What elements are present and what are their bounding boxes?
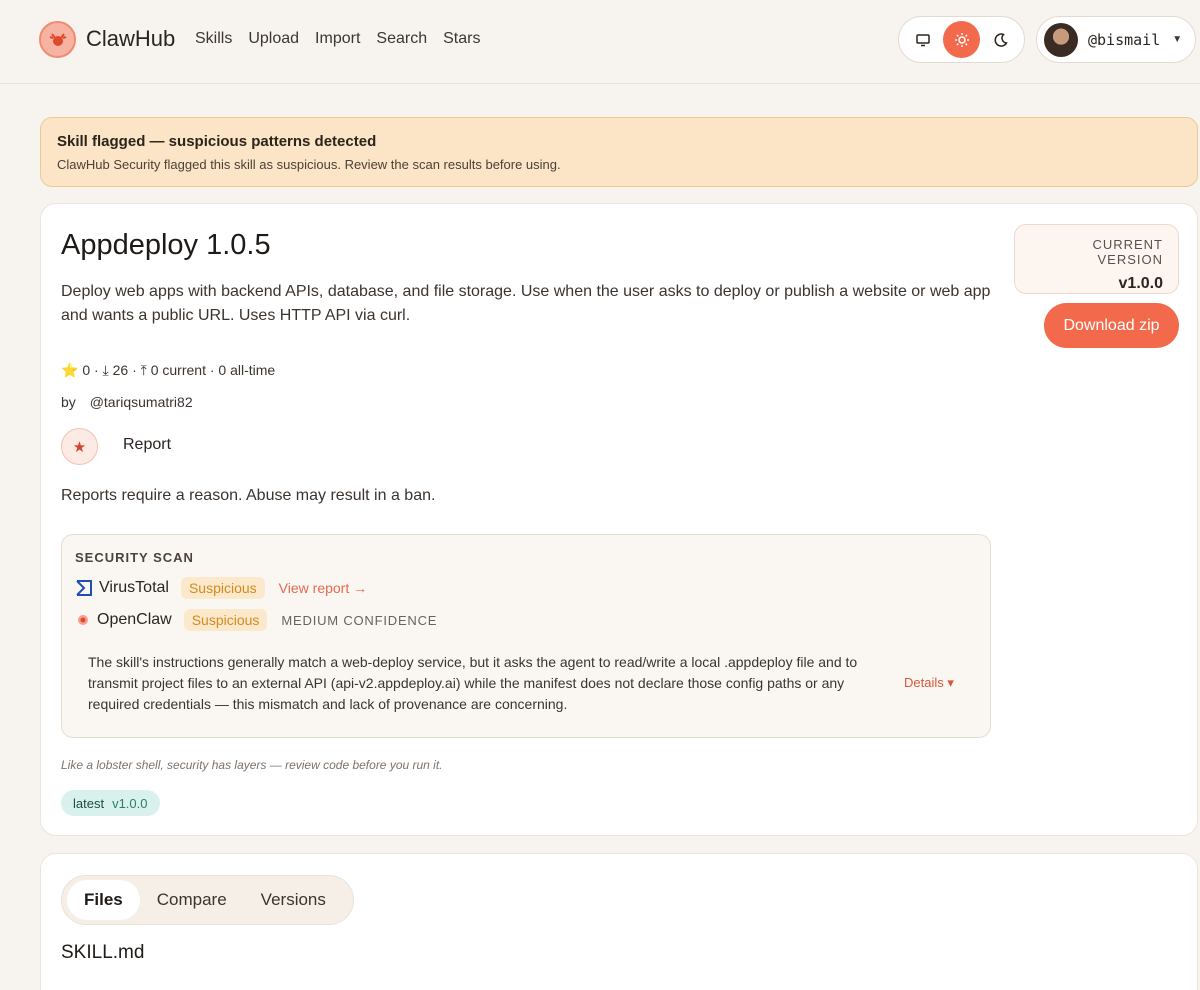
monitor-icon xyxy=(915,33,930,46)
moon-icon xyxy=(994,32,1008,47)
details-toggle[interactable]: Details ▾ xyxy=(904,675,954,691)
tag-version: v1.0.0 xyxy=(112,795,148,811)
user-menu-button[interactable]: @bismail ▼ xyxy=(1036,16,1196,63)
main-nav: Skills Upload Import Search Stars xyxy=(195,30,480,48)
virustotal-row: VirusTotal Suspicious View report → xyxy=(75,577,367,599)
current-version-value: v1.0.0 xyxy=(1118,275,1163,292)
clawhub-logo-icon[interactable] xyxy=(39,21,76,58)
tag-key: latest xyxy=(73,795,105,811)
theme-switcher xyxy=(898,16,1025,63)
byline: by @tariqsumatri82 xyxy=(61,394,193,410)
nav-search[interactable]: Search xyxy=(376,30,427,48)
nav-import[interactable]: Import xyxy=(315,30,360,48)
theme-dark-button[interactable] xyxy=(982,21,1019,58)
security-tagline: Like a lobster shell, security has layer… xyxy=(61,758,443,772)
openclaw-name: OpenClaw xyxy=(97,611,172,628)
openclaw-confidence: MEDIUM CONFIDENCE xyxy=(281,612,438,628)
nav-upload[interactable]: Upload xyxy=(248,30,299,48)
skill-detail-card: Appdeploy 1.0.5 Deploy web apps with bac… xyxy=(40,203,1198,836)
nav-stars[interactable]: Stars xyxy=(443,30,480,48)
security-scan-panel: SECURITY SCAN VirusTotal Suspicious View… xyxy=(61,534,991,738)
download-zip-button[interactable]: Download zip xyxy=(1044,303,1179,348)
virustotal-status-badge: Suspicious xyxy=(180,577,265,599)
username: @bismail xyxy=(1088,30,1161,49)
byline-label: by xyxy=(61,394,76,410)
openclaw-status-badge: Suspicious xyxy=(183,609,268,631)
top-navigation-bar: ClawHub Skills Upload Import Search Star… xyxy=(0,0,1200,84)
files-card: Files Compare Versions SKILL.md xyxy=(40,853,1198,990)
theme-system-button[interactable] xyxy=(904,21,941,58)
scan-header: SECURITY SCAN xyxy=(75,550,194,565)
current-version-label: CURRENT VERSION xyxy=(1092,237,1163,267)
brand-name[interactable]: ClawHub xyxy=(86,26,175,52)
alert-text: ClawHub Security flagged this skill as s… xyxy=(57,157,561,172)
tab-compare[interactable]: Compare xyxy=(140,880,244,920)
openclaw-icon xyxy=(78,615,88,625)
chevron-down-icon: ▼ xyxy=(1172,34,1183,45)
stats-text: 0 · ⤓ 26 · ⤒ 0 current · 0 all-time xyxy=(82,362,276,378)
flagged-alert: Skill flagged — suspicious patterns dete… xyxy=(40,117,1198,187)
virustotal-icon xyxy=(76,580,92,596)
tab-versions[interactable]: Versions xyxy=(244,880,343,920)
author-link[interactable]: @tariqsumatri82 xyxy=(90,394,193,410)
scan-summary: The skill's instructions generally match… xyxy=(88,654,858,712)
virustotal-name: VirusTotal xyxy=(99,579,169,596)
skill-description: Deploy web apps with backend APIs, datab… xyxy=(61,283,991,324)
openclaw-row: OpenClaw Suspicious MEDIUM CONFIDENCE xyxy=(75,609,437,631)
current-version-box: CURRENT VERSION v1.0.0 xyxy=(1014,224,1179,294)
report-label[interactable]: Report xyxy=(123,436,171,454)
sun-icon xyxy=(954,32,969,47)
star-icon: ⭐ xyxy=(61,362,79,378)
version-tag-pill[interactable]: latest v1.0.0 xyxy=(61,790,160,816)
skill-stats: ⭐ 0 · ⤓ 26 · ⤒ 0 current · 0 all-time xyxy=(61,362,275,379)
skill-title: Appdeploy 1.0.5 xyxy=(61,229,271,261)
report-note: Reports require a reason. Abuse may resu… xyxy=(61,487,436,504)
view-report-link[interactable]: View report → xyxy=(279,580,367,596)
theme-light-button[interactable] xyxy=(943,21,980,58)
file-name[interactable]: SKILL.md xyxy=(61,942,144,964)
star-report-icon: ★ xyxy=(72,438,87,456)
avatar xyxy=(1044,22,1078,57)
files-tabs: Files Compare Versions xyxy=(61,875,354,925)
alert-title: Skill flagged — suspicious patterns dete… xyxy=(57,133,377,150)
tab-files[interactable]: Files xyxy=(67,880,140,920)
report-button[interactable]: ★ xyxy=(61,428,98,465)
nav-skills[interactable]: Skills xyxy=(195,30,232,48)
